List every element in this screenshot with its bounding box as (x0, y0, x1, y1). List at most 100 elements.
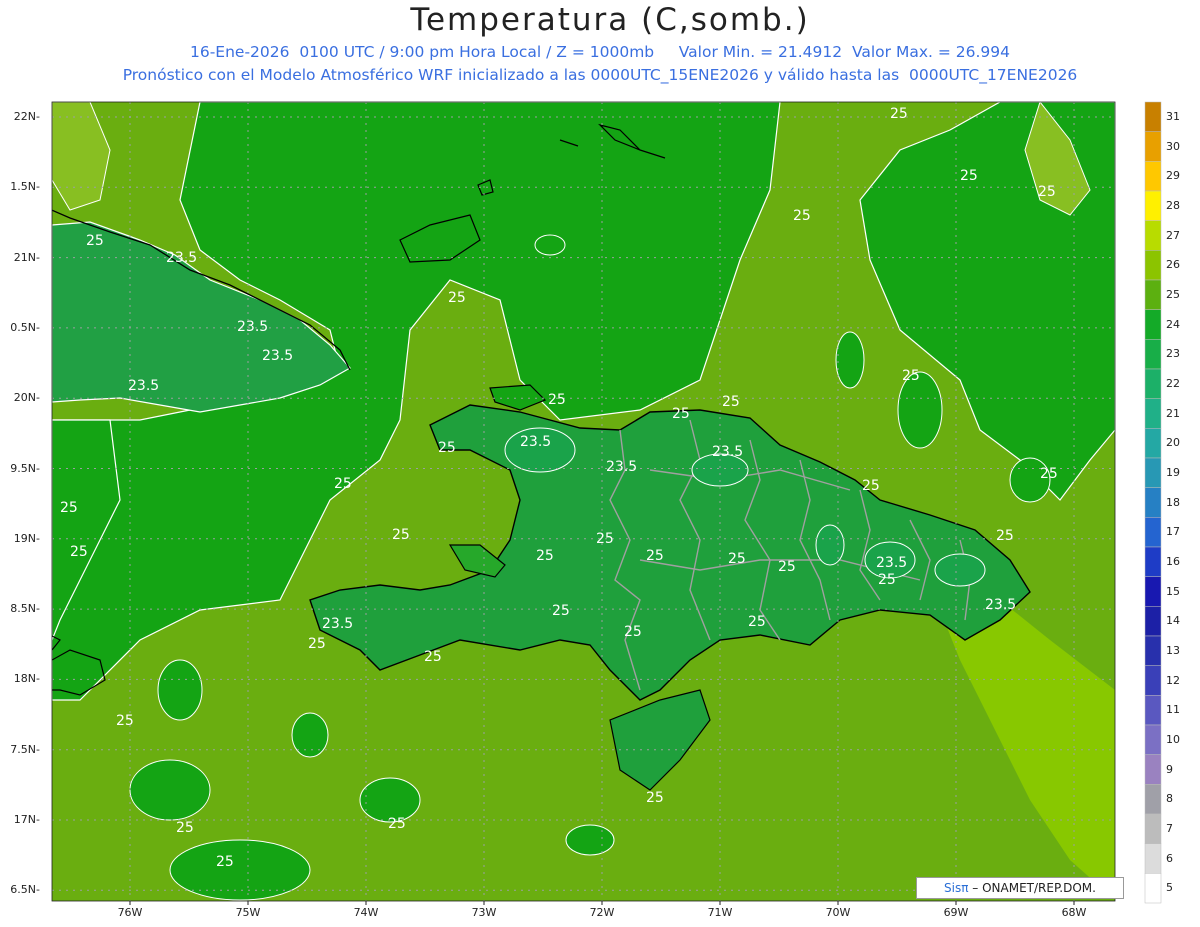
colorbar-swatch (1144, 606, 1162, 637)
lat-label: 18N- (13, 672, 40, 686)
colorbar (1144, 101, 1162, 904)
colorbar-level: 15 (1166, 584, 1180, 598)
contour-label-25: 25 (878, 572, 896, 588)
contour-label-25: 25 (722, 394, 740, 410)
colorbar-swatch (1144, 339, 1162, 370)
contour-label-25: 25 (902, 368, 920, 384)
contour-label-25: 25 (334, 476, 352, 492)
model-info: Pronóstico con el Modelo Atmosférico WRF… (122, 66, 1078, 84)
contour-label-25: 25 (624, 624, 642, 640)
lon-label: 75W (235, 906, 261, 919)
lat-label: 19N- (13, 531, 40, 545)
contour-label-25: 25 (890, 106, 908, 122)
contour-label-25: 25 (86, 233, 104, 249)
colorbar-swatch (1144, 576, 1162, 607)
colorbar-level: 24 (1166, 317, 1180, 331)
colorbar-level: 11 (1166, 703, 1180, 717)
colorbar-swatch (1144, 428, 1162, 459)
colorbar-swatch (1144, 457, 1162, 488)
colorbar-level: 17 (1166, 525, 1180, 539)
colorbar-level: 26 (1166, 258, 1180, 272)
lon-label: 74W (353, 906, 379, 919)
contour-label-25: 25 (448, 290, 466, 306)
colorbar-level: 7 (1166, 821, 1173, 835)
contour-label-25: 25 (748, 614, 766, 630)
colorbar-level: 10 (1166, 732, 1180, 746)
contour-label-23.5: 23.5 (520, 434, 551, 450)
colorbar-swatch (1144, 250, 1162, 281)
credit-text: – ONAMET/REP.DOM. (968, 881, 1096, 895)
colorbar-level: 9 (1166, 762, 1173, 776)
colorbar-level: 13 (1166, 643, 1180, 657)
colorbar-level: 21 (1166, 406, 1180, 420)
contour-label-25: 25 (60, 500, 78, 516)
contour-label-25: 25 (646, 790, 664, 806)
contour-label-23.5: 23.5 (322, 616, 353, 632)
colorbar-swatch (1144, 309, 1162, 340)
lon-label: 73W (471, 906, 497, 919)
sispi-logo: Sisπ (944, 881, 969, 895)
contour-label-25: 25 (176, 820, 194, 836)
colorbar-level: 23 (1166, 347, 1180, 361)
colorbar-level: 19 (1166, 465, 1180, 479)
colorbar-swatch (1144, 635, 1162, 666)
colorbar-level: 30 (1166, 139, 1180, 153)
colorbar-level: 22 (1166, 376, 1180, 390)
lon-label: 68W (1061, 906, 1087, 919)
contour-label-23.5: 23.5 (712, 444, 743, 460)
contour-label-25: 25 (728, 551, 746, 567)
contour-label-23.5: 23.5 (237, 319, 268, 335)
colorbar-level: 6 (1166, 851, 1173, 865)
contour-label-25: 25 (672, 406, 690, 422)
colorbar-level: 28 (1166, 198, 1180, 212)
contour-label-25: 25 (552, 603, 570, 619)
contour-label-23.5: 23.5 (985, 597, 1016, 613)
contour-label-25: 25 (388, 816, 406, 832)
colorbar-swatch (1144, 131, 1162, 162)
contour-label-25: 25 (778, 559, 796, 575)
lon-label: 72W (589, 906, 615, 919)
contour-label-25: 25 (996, 528, 1014, 544)
contour-label-25: 25 (960, 168, 978, 184)
contour-label-25: 25 (116, 713, 134, 729)
colorbar-swatch (1144, 101, 1162, 132)
lat-label: 17N- (13, 813, 40, 826)
colorbar-level: 5 (1166, 881, 1173, 895)
colorbar-swatch (1144, 843, 1162, 874)
colorbar-swatch (1144, 724, 1162, 755)
colorbar-swatch (1144, 220, 1162, 251)
lat-label: 22N- (13, 110, 40, 123)
credit-badge: Sisπ – ONAMET/REP.DOM. (916, 877, 1124, 899)
lon-label: 71W (707, 906, 733, 919)
contour-label-25: 25 (392, 527, 410, 543)
colorbar-swatch (1144, 754, 1162, 785)
lon-label: 70W (825, 906, 851, 919)
colorbar-level: 27 (1166, 228, 1180, 242)
contour-label-23.5: 23.5 (262, 348, 293, 364)
contour-label-25: 25 (308, 636, 326, 652)
temperature-map: 25 25 25 25 25 25 25 25 25 25 25 25 25 25 25 25 25 25 25 25… (51, 101, 1162, 905)
colorbar-swatch (1144, 368, 1162, 399)
colorbar-level: 25 (1166, 287, 1180, 301)
colorbar-level: 14 (1166, 614, 1180, 628)
lat-label: 6.5N- (10, 883, 40, 897)
lon-label: 69W (943, 906, 969, 919)
contour-label-25: 25 (596, 531, 614, 547)
contour-label-23.5: 23.5 (166, 250, 197, 266)
contour-label-25: 25 (1038, 184, 1056, 200)
colorbar-level: 29 (1166, 169, 1180, 183)
contour-label-23.5: 23.5 (606, 459, 637, 475)
colorbar-level: 16 (1166, 554, 1180, 568)
contour-label-25: 25 (862, 478, 880, 494)
colorbar-level: 12 (1166, 673, 1180, 687)
lat-label: 8.5N- (10, 602, 40, 616)
colorbar-swatch (1144, 190, 1162, 221)
colorbar-swatch (1144, 665, 1162, 696)
contour-label-25: 25 (424, 649, 442, 665)
colorbar-swatch (1144, 813, 1162, 844)
forecast-info: 16-Ene-2026 0100 UTC / 9:00 pm Hora Loca… (189, 43, 1011, 61)
colorbar-swatch (1144, 487, 1162, 518)
lat-label: 0.5N- (10, 320, 40, 334)
contour-label-25: 25 (536, 548, 554, 564)
colorbar-swatch (1144, 546, 1162, 577)
